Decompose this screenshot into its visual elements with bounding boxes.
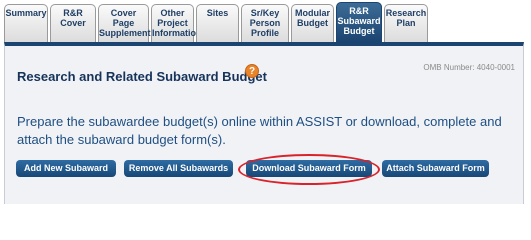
tab-label: Sites	[206, 8, 229, 18]
tab-modular-budget[interactable]: Modular Budget	[291, 4, 334, 42]
tab-label: R&R Subaward Budget	[337, 6, 381, 36]
tab-label: Cover Page Supplement	[99, 8, 151, 38]
download-subaward-form-button[interactable]: Download Subaward Form	[246, 160, 372, 177]
remove-all-subawards-button[interactable]: Remove All Subawards	[124, 160, 233, 177]
tab-other-project-information[interactable]: Other Project Information	[151, 4, 202, 42]
subaward-budget-panel: Research and Related Subaward Budget ? O…	[4, 42, 524, 204]
omb-number: OMB Number: 4040-0001	[423, 63, 515, 72]
question-mark-icon[interactable]: ?	[245, 64, 259, 78]
attach-subaward-form-button[interactable]: Attach Subaward Form	[382, 160, 489, 177]
tab-rr-cover[interactable]: R&R Cover	[50, 4, 96, 42]
tab-rr-subaward-budget[interactable]: R&R Subaward Budget	[336, 2, 382, 42]
tab-label: Sr/Key Person Profile	[249, 8, 281, 38]
tab-summary[interactable]: Summary	[4, 4, 48, 42]
instructions-text: Prepare the subawardee budget(s) online …	[17, 114, 502, 147]
page-title: Research and Related Subaward Budget	[17, 69, 267, 84]
tab-label: Modular Budget	[295, 8, 330, 28]
tab-sites[interactable]: Sites	[196, 4, 239, 42]
tab-label: R&R Cover	[60, 8, 86, 28]
tab-bar: Summary R&R Cover Cover Page Supplement …	[0, 0, 531, 42]
tab-label: Other Project Information	[152, 8, 202, 38]
tab-sr-key-person-profile[interactable]: Sr/Key Person Profile	[241, 4, 289, 42]
tab-label: Research Plan	[385, 8, 427, 28]
tab-label: Summary	[5, 8, 47, 18]
tab-cover-page-supplement[interactable]: Cover Page Supplement	[98, 4, 151, 42]
tab-research-plan[interactable]: Research Plan	[384, 4, 428, 42]
add-new-subaward-button[interactable]: Add New Subaward	[16, 160, 116, 177]
